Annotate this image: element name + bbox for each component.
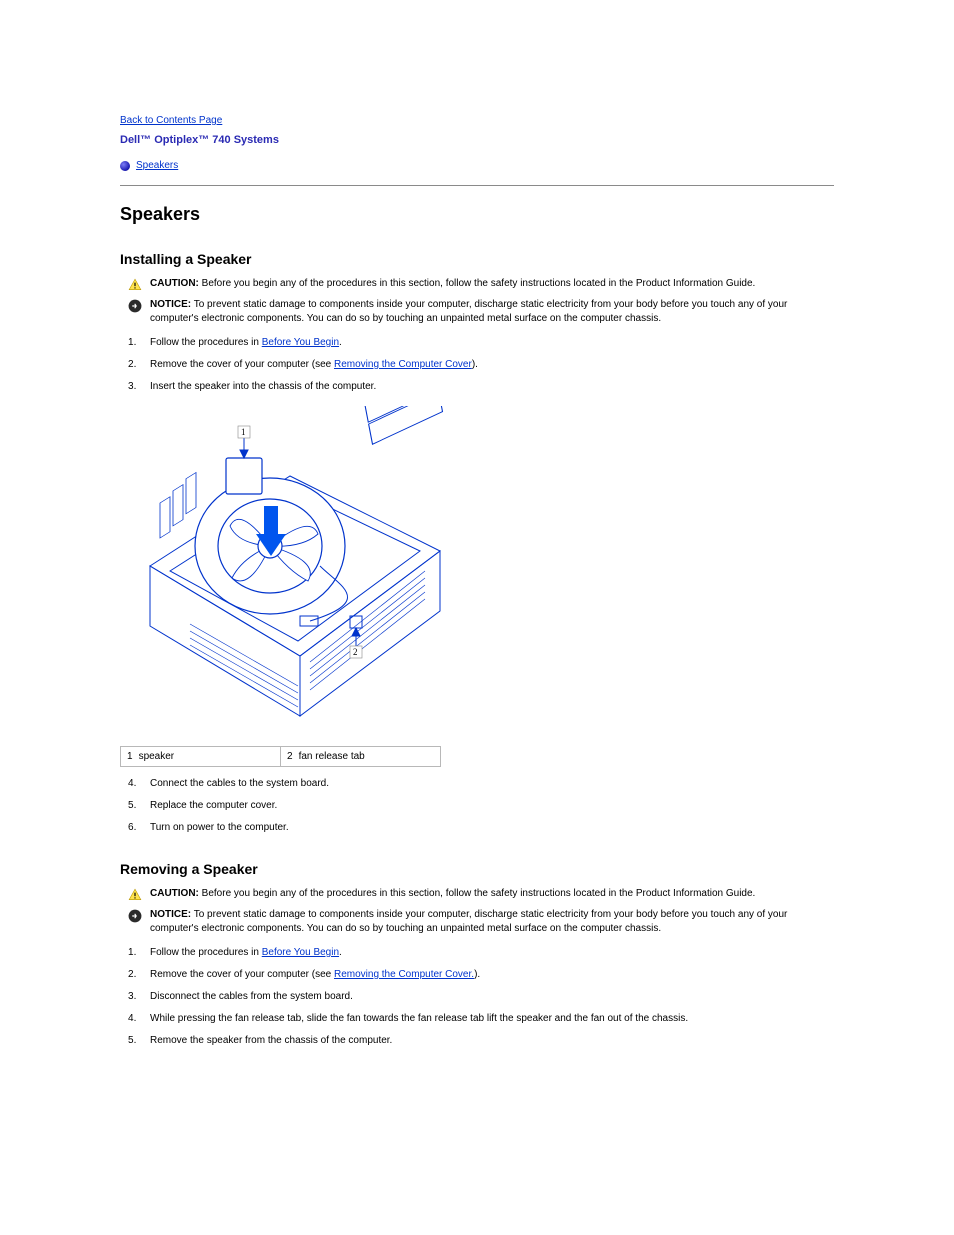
step-text: ). <box>472 359 478 370</box>
figure-label-table: 1 speaker 2 fan release tab <box>120 746 441 767</box>
link-removing-cover[interactable]: Removing the Computer Cover <box>334 359 472 370</box>
figure-label-text: speaker <box>139 751 175 762</box>
notice-text: To prevent static damage to components i… <box>150 299 787 324</box>
remove-step-5: Remove the speaker from the chassis of t… <box>128 1034 834 1048</box>
section-divider <box>120 185 834 186</box>
remove-step-3: Disconnect the cables from the system bo… <box>128 990 834 1004</box>
notice-install: NOTICE: To prevent static damage to comp… <box>128 298 834 326</box>
step-text: Follow the procedures in <box>150 947 262 958</box>
remove-step-2: Remove the cover of your computer (see R… <box>128 968 834 982</box>
remove-step-1: Follow the procedures in Before You Begi… <box>128 946 834 960</box>
caution-label: CAUTION: <box>150 278 199 289</box>
notice-icon <box>128 299 142 313</box>
step-text: Disconnect the cables from the system bo… <box>150 991 353 1002</box>
link-before-you-begin[interactable]: Before You Begin <box>262 337 339 348</box>
back-to-contents-link[interactable]: Back to Contents Page <box>120 115 222 126</box>
step-text: Follow the procedures in <box>150 337 262 348</box>
step-text: . <box>339 947 342 958</box>
step-text: Remove the cover of your computer (see <box>150 359 334 370</box>
figure-label-text: fan release tab <box>299 751 365 762</box>
step-text: . <box>339 337 342 348</box>
install-steps: Follow the procedures in Before You Begi… <box>128 336 834 394</box>
toc-entry-speakers: Speakers <box>120 160 834 171</box>
remove-step-4: While pressing the fan release tab, slid… <box>128 1012 834 1026</box>
figure-label-2: 2 fan release tab <box>281 747 441 767</box>
step-text: Remove the speaker from the chassis of t… <box>150 1035 392 1046</box>
step-text: Connect the cables to the system board. <box>150 778 329 789</box>
caution-install: CAUTION: Before you begin any of the pro… <box>128 277 834 292</box>
subsection-heading-remove: Removing a Speaker <box>120 861 834 877</box>
section-heading-speakers: Speakers <box>120 204 834 225</box>
figure-label-num: 2 <box>287 751 293 762</box>
install-step-4: Connect the cables to the system board. <box>128 777 834 791</box>
figure-label-1: 1 speaker <box>121 747 281 767</box>
figure-label-num: 1 <box>127 751 133 762</box>
remove-steps: Follow the procedures in Before You Begi… <box>128 946 834 1048</box>
install-step-5: Replace the computer cover. <box>128 799 834 813</box>
svg-text:2: 2 <box>353 647 358 657</box>
caution-label: CAUTION: <box>150 888 199 899</box>
install-steps-cont: Connect the cables to the system board. … <box>128 777 834 835</box>
notice-label: NOTICE: <box>150 299 191 310</box>
caution-icon <box>128 278 142 292</box>
toc-link-speakers[interactable]: Speakers <box>136 160 178 171</box>
install-step-6: Turn on power to the computer. <box>128 821 834 835</box>
notice-label: NOTICE: <box>150 909 191 920</box>
install-step-1: Follow the procedures in Before You Begi… <box>128 336 834 350</box>
step-text: While pressing the fan release tab, slid… <box>150 1013 688 1024</box>
caution-remove: CAUTION: Before you begin any of the pro… <box>128 887 834 902</box>
step-text: Remove the cover of your computer (see <box>150 969 334 980</box>
notice-remove: NOTICE: To prevent static damage to comp… <box>128 908 834 936</box>
caution-icon <box>128 888 142 902</box>
svg-text:1: 1 <box>241 427 246 437</box>
install-step-2: Remove the cover of your computer (see R… <box>128 358 834 372</box>
step-text: Turn on power to the computer. <box>150 822 289 833</box>
link-removing-cover[interactable]: Removing the Computer Cover. <box>334 969 474 980</box>
speaker-install-diagram: 1 2 <box>120 406 834 736</box>
notice-text: To prevent static damage to components i… <box>150 909 787 934</box>
install-step-3: Insert the speaker into the chassis of t… <box>128 380 834 394</box>
link-before-you-begin[interactable]: Before You Begin <box>262 947 339 958</box>
step-text: Replace the computer cover. <box>150 800 277 811</box>
subsection-heading-install: Installing a Speaker <box>120 251 834 267</box>
bullet-icon <box>120 161 130 171</box>
document-title: Dell™ Optiplex™ 740 Systems <box>120 134 834 146</box>
caution-text: Before you begin any of the procedures i… <box>202 278 756 289</box>
notice-icon <box>128 909 142 923</box>
caution-text: Before you begin any of the procedures i… <box>202 888 756 899</box>
step-text: ). <box>474 969 480 980</box>
step-text: Insert the speaker into the chassis of t… <box>150 381 376 392</box>
